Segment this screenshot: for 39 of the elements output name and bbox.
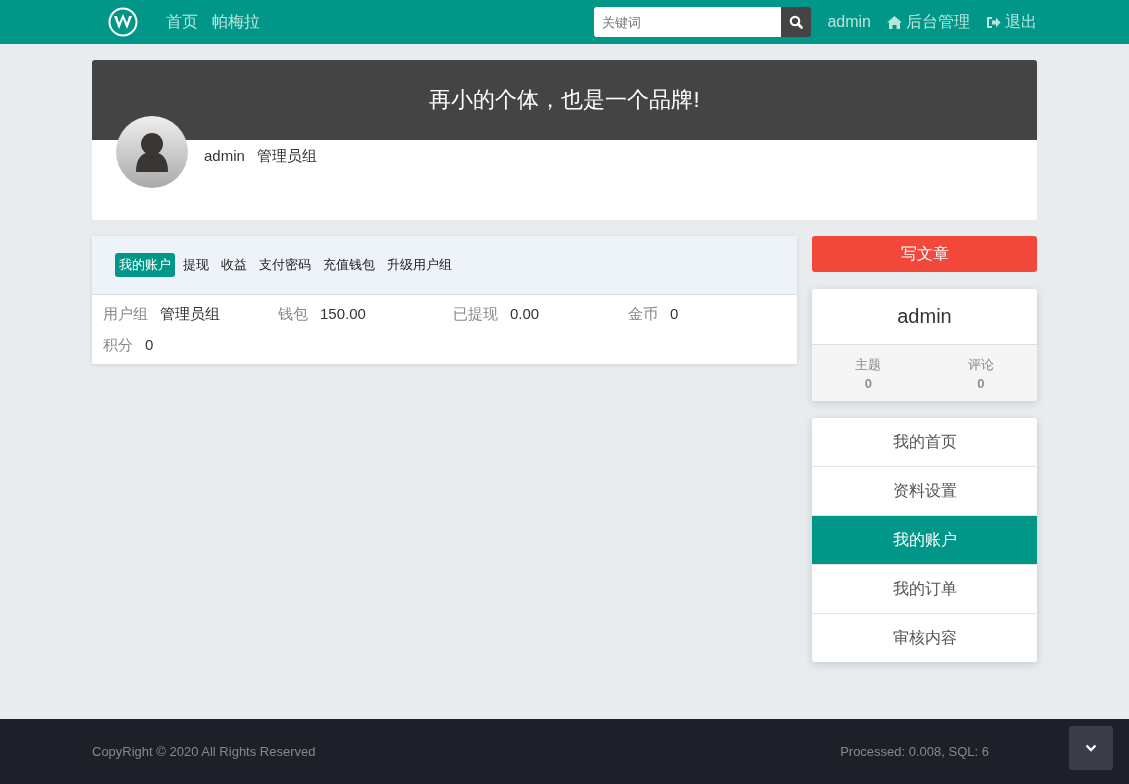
field-value: 管理员组 xyxy=(160,304,220,324)
field-value: 0.00 xyxy=(510,304,540,324)
avatar-icon xyxy=(116,116,188,188)
field-label: 积分 xyxy=(103,335,133,355)
menu-item[interactable]: 我的首页 xyxy=(812,418,1037,467)
processing-stats: Processed: 0.008, SQL: 6 xyxy=(840,744,989,759)
menu-item[interactable]: 审核内容 xyxy=(812,614,1037,662)
tab[interactable]: 提现 xyxy=(179,253,213,277)
field-label: 钱包 xyxy=(278,304,308,324)
slogan: 再小的个体，也是一个品牌! xyxy=(429,86,700,114)
stat-value: 0 xyxy=(864,375,872,391)
chevron-down-icon xyxy=(1085,744,1097,752)
field-value: 0 xyxy=(145,335,154,355)
menu-item[interactable]: 我的订单 xyxy=(812,565,1037,614)
logout-icon xyxy=(986,15,1001,29)
profile-name: admin xyxy=(897,305,952,328)
tab[interactable]: 收益 xyxy=(217,253,251,277)
field-label: 已提现 xyxy=(453,304,498,324)
field-label: 金币 xyxy=(628,304,658,324)
field-value: 150.00 xyxy=(320,304,366,324)
tab[interactable]: 充值钱包 xyxy=(319,253,379,277)
search-button[interactable] xyxy=(781,7,812,37)
write-article-button[interactable]: 写文章 xyxy=(812,236,1037,272)
field-value: 0 xyxy=(670,304,679,324)
tab[interactable]: 升级用户组 xyxy=(383,253,456,277)
field-label: 用户组 xyxy=(103,304,148,324)
tab[interactable]: 支付密码 xyxy=(255,253,315,277)
search-icon xyxy=(789,15,804,29)
user-group: 管理员组 xyxy=(256,147,317,166)
tab[interactable]: 我的账户 xyxy=(115,253,175,277)
search-field[interactable]: 关键词 xyxy=(594,7,782,37)
username: admin xyxy=(204,147,245,166)
logo-icon[interactable] xyxy=(108,7,138,37)
home-icon xyxy=(887,15,902,29)
menu-item[interactable]: 我的账户 xyxy=(812,516,1037,565)
stat-label: 主题 xyxy=(855,355,882,374)
stat-value: 0 xyxy=(977,375,985,391)
stat-label: 评论 xyxy=(967,355,994,374)
copyright: CopyRight © 2020 All Rights Reserved xyxy=(92,744,316,759)
